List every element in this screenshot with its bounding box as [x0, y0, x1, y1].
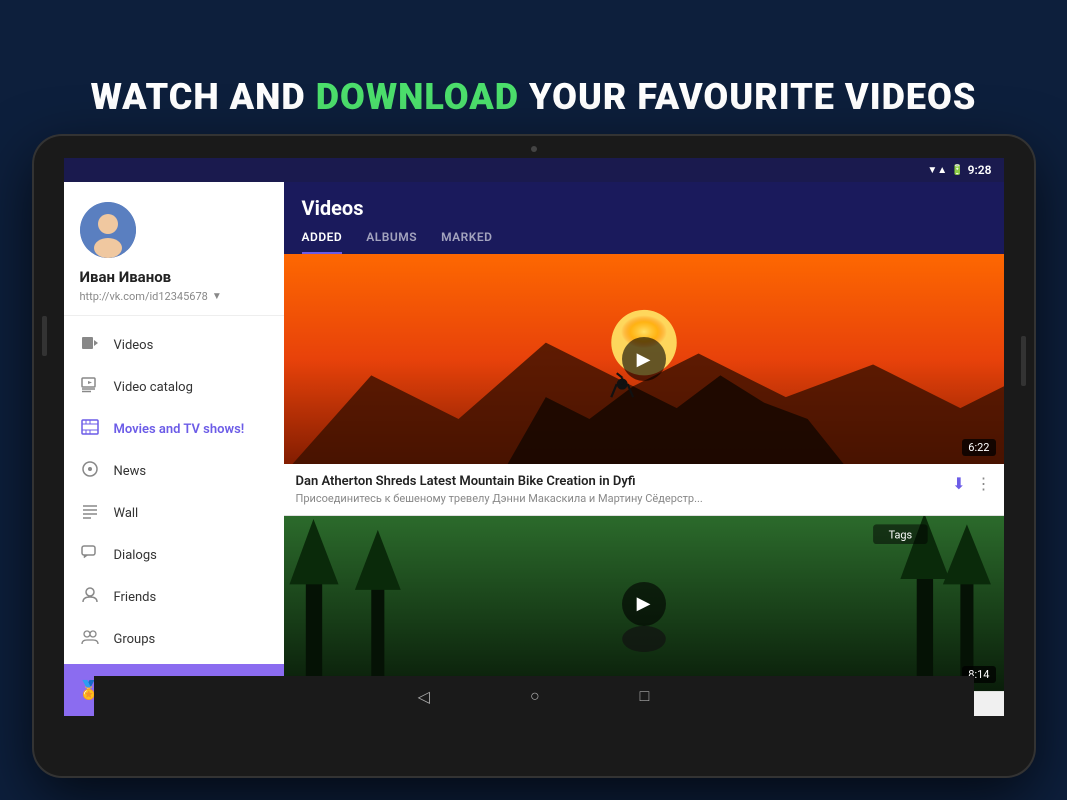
- profile-url-row: http://vk.com/id12345678 ▼: [80, 290, 268, 303]
- recent-button[interactable]: □: [640, 686, 650, 706]
- video-title-1: Dan Atherton Shreds Latest Mountain Bike…: [296, 474, 943, 489]
- sidebar-item-label-dialogs: Dialogs: [114, 548, 157, 563]
- sidebar-item-label-groups: Groups: [114, 632, 156, 647]
- tablet-device: ▼▲ 🔋 9:28: [34, 136, 1034, 776]
- home-button[interactable]: ○: [530, 686, 540, 706]
- sidebar-item-movies[interactable]: Movies and TV shows!: [64, 408, 284, 450]
- video-thumbnail-1[interactable]: ▶ 6:22: [284, 254, 1004, 464]
- dialogs-icon: [80, 544, 100, 566]
- hero-text-after: YOUR FAVOURITE VIDEOS: [519, 76, 976, 118]
- sidebar-item-videos[interactable]: Videos: [64, 324, 284, 366]
- sidebar-item-news[interactable]: News: [64, 450, 284, 492]
- wifi-icon: ▼▲: [927, 165, 947, 176]
- app-content: Иван Иванов http://vk.com/id12345678 ▼: [64, 182, 1004, 716]
- camera-dot: [531, 146, 537, 152]
- dropdown-arrow-icon[interactable]: ▼: [212, 291, 222, 302]
- status-time: 9:28: [968, 163, 992, 177]
- duration-badge-1: 6:22: [962, 439, 995, 456]
- video-text-1: Dan Atherton Shreds Latest Mountain Bike…: [296, 474, 943, 505]
- volume-button[interactable]: [42, 316, 47, 356]
- sidebar-item-wall[interactable]: Wall: [64, 492, 284, 534]
- sidebar-item-label-friends: Friends: [114, 590, 157, 605]
- play-button-2[interactable]: ▶: [622, 582, 666, 626]
- news-icon: [80, 460, 100, 482]
- sidebar-item-groups[interactable]: Groups: [64, 618, 284, 660]
- sidebar-menu: Videos Video catalog Movie: [64, 316, 284, 664]
- profile-name: Иван Иванов: [80, 268, 268, 286]
- avatar: [80, 202, 136, 258]
- sidebar-item-label-catalog: Video catalog: [114, 380, 193, 395]
- sidebar-item-video-catalog[interactable]: Video catalog: [64, 366, 284, 408]
- video-desc-1: Присоединитесь к бешеному тревелу Дэнни …: [296, 492, 943, 505]
- svg-text:Tags: Tags: [888, 529, 912, 542]
- main-title: Videos: [302, 196, 986, 220]
- video-card-2: Tags ▶ 8:14: [284, 516, 1004, 692]
- video-catalog-icon: [80, 376, 100, 398]
- back-button[interactable]: ◁: [418, 687, 430, 706]
- play-button-1[interactable]: ▶: [622, 337, 666, 381]
- tablet-screen: ▼▲ 🔋 9:28: [64, 158, 1004, 716]
- tab-added[interactable]: ADDED: [302, 230, 343, 254]
- video-thumbnail-2[interactable]: Tags ▶ 8:14: [284, 516, 1004, 691]
- video-info-1: Dan Atherton Shreds Latest Mountain Bike…: [284, 464, 1004, 515]
- battery-icon: 🔋: [951, 165, 963, 176]
- hero-section: WATCH AND DOWNLOAD YOUR FAVOURITE VIDEOS: [91, 0, 977, 118]
- sidebar-item-dialogs[interactable]: Dialogs: [64, 534, 284, 576]
- status-icons: ▼▲ 🔋 9:28: [927, 163, 991, 177]
- tablet-bezel: ▼▲ 🔋 9:28: [34, 136, 1034, 776]
- sidebar-item-friends[interactable]: Friends: [64, 576, 284, 618]
- profile-url: http://vk.com/id12345678: [80, 290, 208, 303]
- video-actions-1: ⬇ ⋮: [952, 474, 991, 493]
- friends-icon: [80, 586, 100, 608]
- sidebar-item-label-movies: Movies and TV shows!: [114, 422, 245, 437]
- sidebar-item-label-wall: Wall: [114, 506, 139, 521]
- main-content: Videos ADDED ALBUMS MARKED: [284, 182, 1004, 716]
- more-icon[interactable]: ⋮: [976, 474, 992, 493]
- nav-bar: ◁ ○ □: [94, 676, 974, 716]
- hero-text-before: WATCH AND: [91, 76, 316, 118]
- hero-title: WATCH AND DOWNLOAD YOUR FAVOURITE VIDEOS: [91, 76, 977, 118]
- main-header: Videos ADDED ALBUMS MARKED: [284, 182, 1004, 254]
- hero-highlight: DOWNLOAD: [316, 76, 519, 118]
- download-icon[interactable]: ⬇: [952, 474, 965, 493]
- video-icon: [80, 334, 100, 356]
- groups-icon: [80, 628, 100, 650]
- power-button[interactable]: [1021, 336, 1026, 386]
- tabs-bar: ADDED ALBUMS MARKED: [302, 230, 986, 254]
- sidebar-item-label-news: News: [114, 464, 147, 479]
- sidebar: Иван Иванов http://vk.com/id12345678 ▼: [64, 182, 284, 716]
- sidebar-item-label-videos: Videos: [114, 338, 154, 353]
- sidebar-profile: Иван Иванов http://vk.com/id12345678 ▼: [64, 182, 284, 316]
- status-bar: ▼▲ 🔋 9:28: [64, 158, 1004, 182]
- tab-marked[interactable]: MARKED: [441, 230, 492, 254]
- videos-list: ▶ 6:22 Dan Atherton Shreds Latest Mounta…: [284, 254, 1004, 716]
- video-card-1: ▶ 6:22 Dan Atherton Shreds Latest Mounta…: [284, 254, 1004, 516]
- wall-icon: [80, 502, 100, 524]
- tab-albums[interactable]: ALBUMS: [366, 230, 417, 254]
- movies-icon: [80, 418, 100, 440]
